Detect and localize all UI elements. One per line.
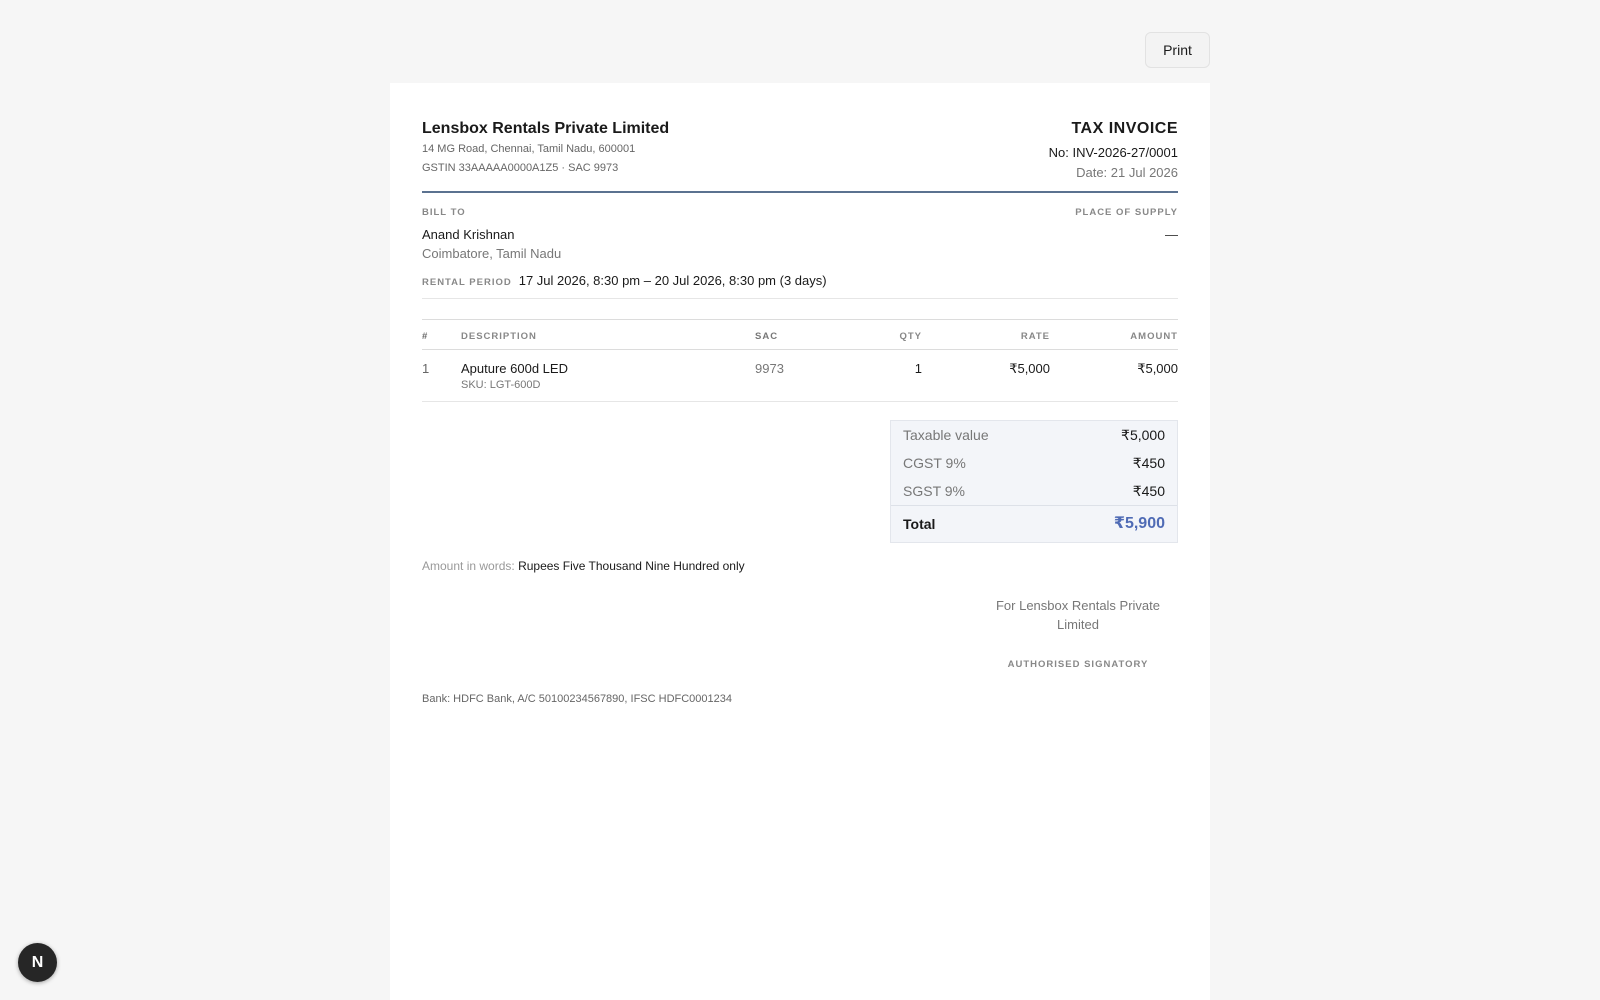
totals-section: Taxable value ₹5,000 CGST 9% ₹450 SGST 9… [422,420,1178,543]
totals-box: Taxable value ₹5,000 CGST 9% ₹450 SGST 9… [890,420,1178,543]
item-index: 1 [422,349,461,402]
customer-name: Anand Krishnan [422,227,515,242]
place-of-supply-block: PLACE OF SUPPLY — [1075,207,1178,264]
taxable-value-amount: ₹5,000 [1121,427,1165,443]
customer-city: Coimbatore, Tamil Nadu [422,246,562,261]
sgst-label: SGST 9% [903,483,965,499]
item-description: Aputure 600d LED [461,361,568,376]
invoice-number: No: INV-2026-27/0001 [1048,145,1178,160]
place-of-supply-value: — [1165,227,1178,242]
table-row: 1 Aputure 600d LED SKU: LGT-600D 9973 1 … [422,349,1178,402]
item-sku: SKU: LGT-600D [461,379,541,391]
seller-block: Lensbox Rentals Private Limited 14 MG Ro… [422,119,669,177]
table-header-row: # DESCRIPTION SAC QTY RATE AMOUNT [422,319,1178,350]
signatory-block: For Lensbox Rentals Private Limited AUTH… [978,596,1178,670]
col-header-amount: AMOUNT [1050,319,1178,350]
invoice-date: Date: 21 Jul 2026 [1076,165,1178,180]
print-button[interactable]: Print [1145,32,1210,68]
invoice-meta: TAX INVOICE No: INV-2026-27/0001 Date: 2… [1049,119,1178,183]
sgst-amount: ₹450 [1132,483,1165,499]
bill-to-label: BILL TO [422,207,466,218]
col-header-index: # [422,319,461,350]
n-logo-icon: N [31,953,44,971]
col-header-rate: RATE [922,319,1050,350]
dev-tools-badge[interactable]: N [18,943,57,982]
total-amount: ₹5,900 [1113,515,1165,532]
seller-gstin: GSTIN 33AAAAA0000A1Z5 · SAC 9973 [422,162,619,174]
signatory-for: For Lensbox Rentals Private Limited [995,598,1161,632]
cgst-amount: ₹450 [1132,455,1165,471]
item-description-cell: Aputure 600d LED SKU: LGT-600D [461,349,755,402]
taxable-value-row: Taxable value ₹5,000 [891,421,1177,449]
cgst-row: CGST 9% ₹450 [891,449,1177,477]
seller-address: 14 MG Road, Chennai, Tamil Nadu, 600001 [422,143,636,155]
item-rate: ₹5,000 [922,349,1050,402]
amount-in-words: Amount in words: Rupees Five Thousand Ni… [422,558,1178,574]
signatory-title: AUTHORISED SIGNATORY [1007,659,1149,670]
invoice-title: TAX INVOICE [1071,120,1178,137]
bill-section: BILL TO Anand Krishnan Coimbatore, Tamil… [422,207,1178,264]
cgst-label: CGST 9% [903,455,966,471]
invoice-header: Lensbox Rentals Private Limited 14 MG Ro… [422,119,1178,193]
taxable-value-label: Taxable value [903,427,989,443]
col-header-sac: SAC [755,319,835,350]
rental-period: RENTAL PERIOD 17 Jul 2026, 8:30 pm – 20 … [422,272,1178,299]
total-label: Total [903,516,936,532]
amount-in-words-label: Amount in words: [422,559,515,573]
invoice-sheet: Lensbox Rentals Private Limited 14 MG Ro… [390,83,1210,1000]
item-qty: 1 [835,349,922,402]
seller-name: Lensbox Rentals Private Limited [422,120,670,137]
bill-to-block: BILL TO Anand Krishnan Coimbatore, Tamil… [422,207,561,264]
amount-in-words-value: Rupees Five Thousand Nine Hundred only [518,559,745,573]
rental-period-value: 17 Jul 2026, 8:30 pm – 20 Jul 2026, 8:30… [518,273,827,288]
col-header-description: DESCRIPTION [461,319,755,350]
item-amount: ₹5,000 [1050,349,1178,402]
col-header-qty: QTY [835,319,922,350]
bank-details: Bank: HDFC Bank, A/C 50100234567890, IFS… [422,693,733,705]
place-of-supply-label: PLACE OF SUPPLY [1075,207,1178,218]
total-row: Total ₹5,900 [891,505,1177,542]
line-items-table: # DESCRIPTION SAC QTY RATE AMOUNT 1 Aput… [422,319,1178,402]
sgst-row: SGST 9% ₹450 [891,477,1177,505]
item-sac: 9973 [755,349,835,402]
rental-period-label: RENTAL PERIOD [422,277,512,288]
